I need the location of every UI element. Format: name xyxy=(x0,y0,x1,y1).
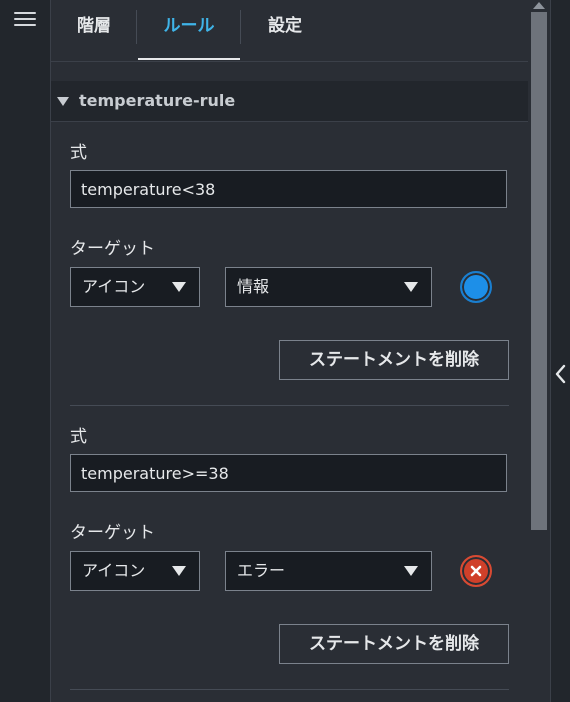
rule-section-header[interactable]: temperature-rule xyxy=(51,81,528,122)
vertical-scrollbar[interactable] xyxy=(529,0,549,702)
target-type-value: アイコン xyxy=(82,561,146,580)
scrollbar-thumb[interactable] xyxy=(531,12,547,530)
tab-bar: 階層 ルール 設定 xyxy=(51,0,528,62)
expression-input[interactable] xyxy=(70,454,507,492)
delete-statement-button[interactable]: ステートメントを削除 xyxy=(279,340,509,380)
target-value-select[interactable]: 情報 xyxy=(225,267,432,307)
target-type-select[interactable]: アイコン xyxy=(70,551,200,591)
statement-divider xyxy=(70,405,509,406)
expression-label: 式 xyxy=(70,143,87,163)
target-label: ターゲット xyxy=(70,523,155,543)
expression-input[interactable] xyxy=(70,170,507,208)
dropdown-arrow-icon xyxy=(172,282,186,292)
delete-statement-button[interactable]: ステートメントを削除 xyxy=(279,624,509,664)
expression-label: 式 xyxy=(70,427,87,447)
tab-settings[interactable]: 設定 xyxy=(242,0,328,60)
rules-panel: 階層 ルール 設定 temperature-rule 式 ターゲット アイコン … xyxy=(51,0,528,702)
scroll-up-arrow-icon[interactable] xyxy=(533,2,545,9)
target-type-select[interactable]: アイコン xyxy=(70,267,200,307)
tab-divider xyxy=(240,10,241,44)
dropdown-arrow-icon xyxy=(404,566,418,576)
target-type-value: アイコン xyxy=(82,277,146,296)
target-value: エラー xyxy=(237,561,286,580)
close-x-icon xyxy=(470,565,482,577)
tab-rules[interactable]: ルール xyxy=(138,0,240,60)
dropdown-arrow-icon xyxy=(172,566,186,576)
statement-divider xyxy=(70,689,509,690)
chevron-left-icon[interactable] xyxy=(554,364,568,384)
tab-hierarchy[interactable]: 階層 xyxy=(51,0,137,60)
target-value: 情報 xyxy=(237,277,270,296)
caret-down-icon xyxy=(57,97,69,106)
dropdown-arrow-icon xyxy=(404,282,418,292)
tab-divider xyxy=(136,10,137,44)
info-icon xyxy=(460,271,492,303)
error-icon xyxy=(460,555,492,587)
right-rail xyxy=(550,0,570,702)
target-label: ターゲット xyxy=(70,239,155,259)
left-rail xyxy=(0,0,51,702)
rule-name: temperature-rule xyxy=(79,91,236,110)
target-value-select[interactable]: エラー xyxy=(225,551,432,591)
hamburger-menu-icon[interactable] xyxy=(14,8,36,28)
